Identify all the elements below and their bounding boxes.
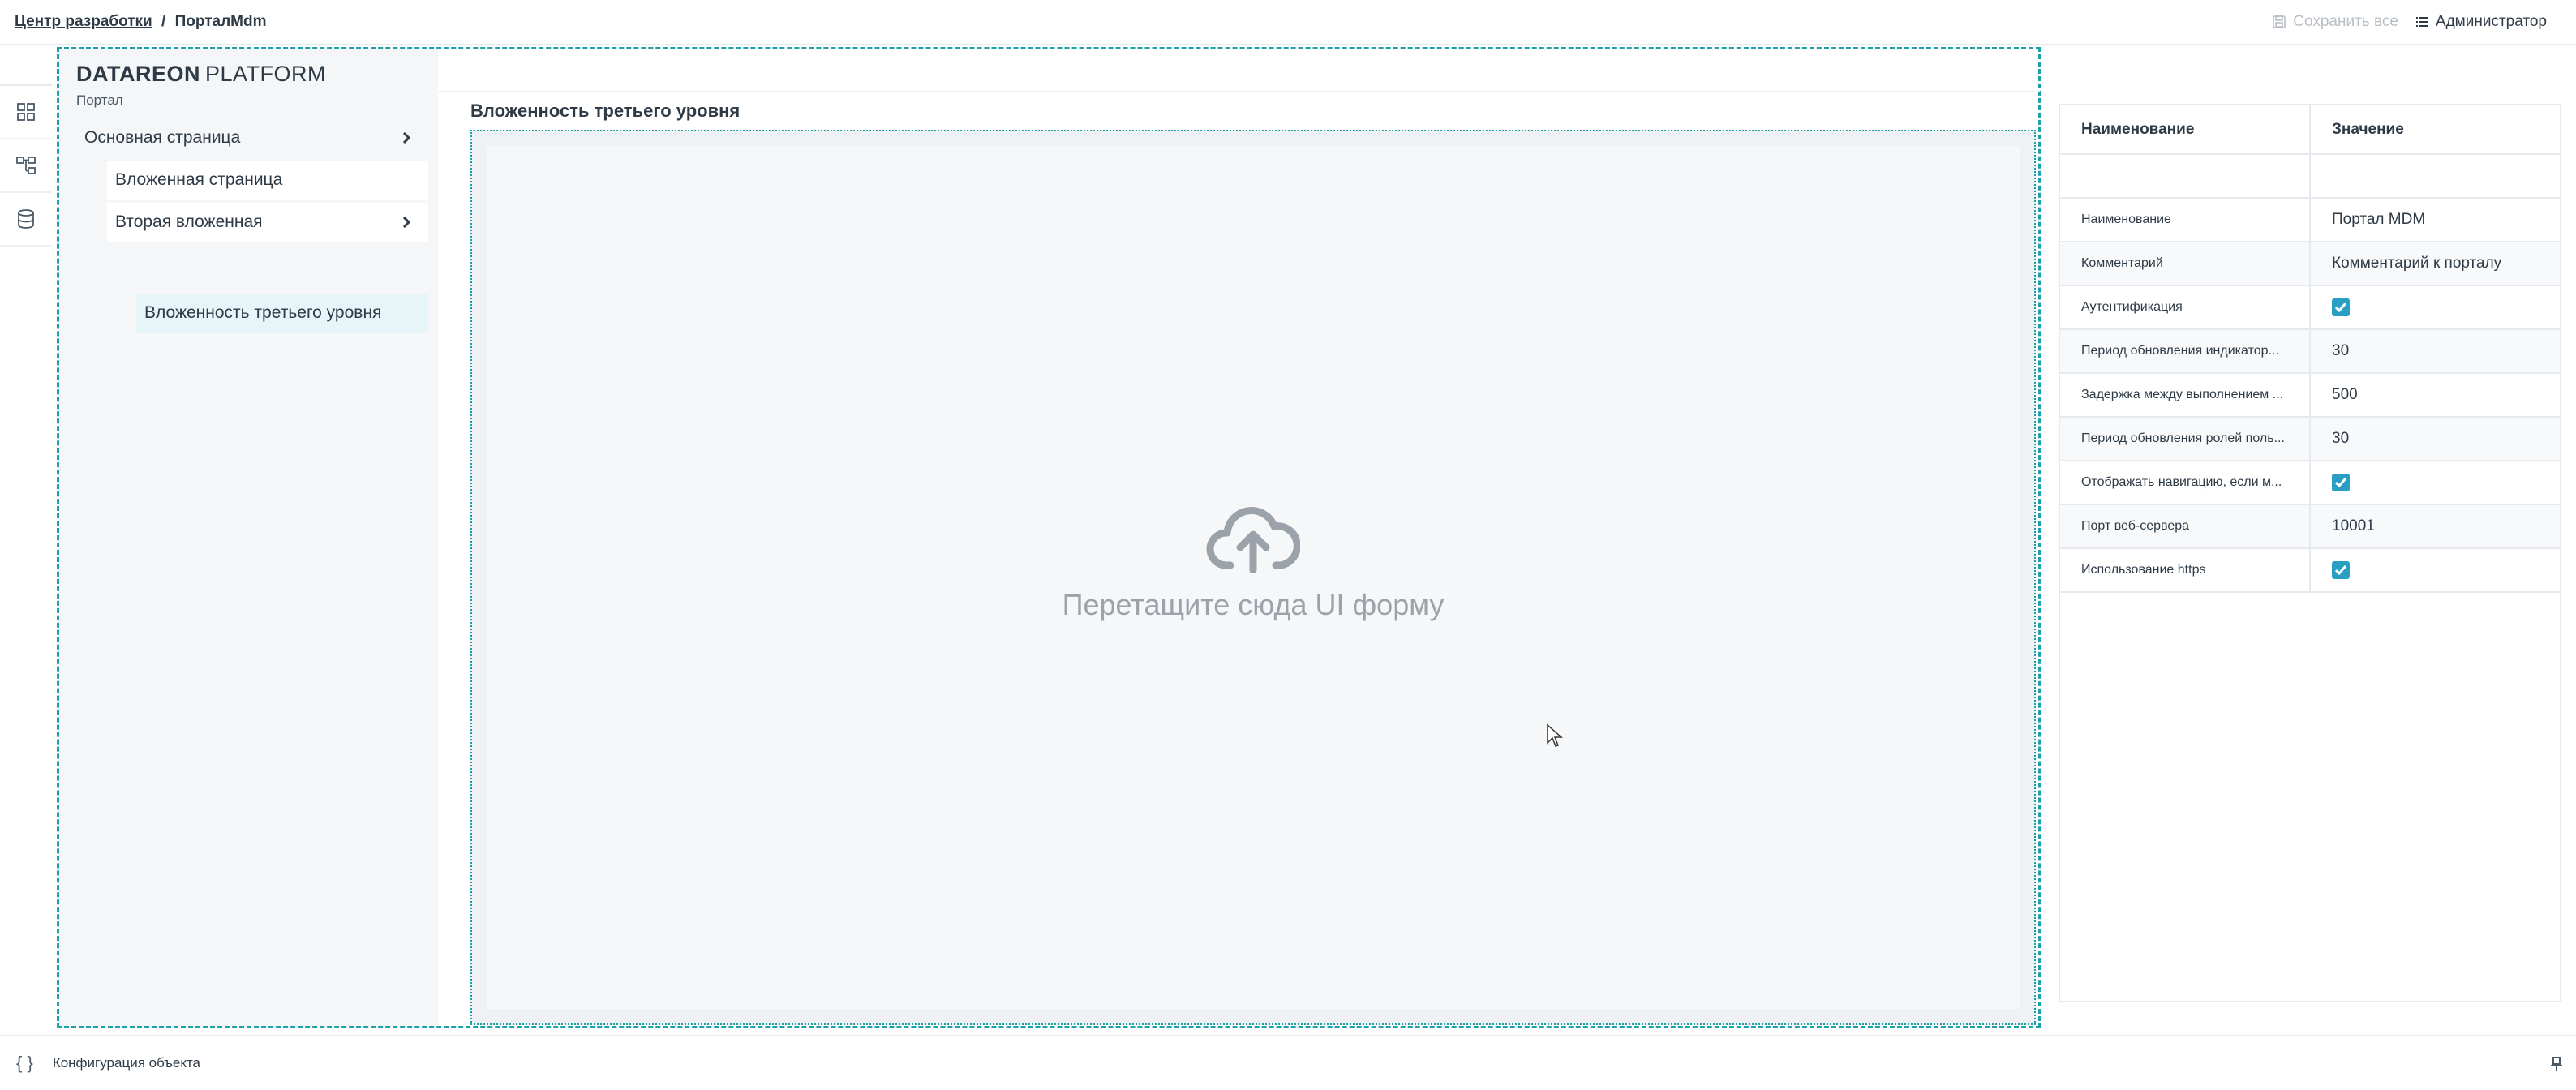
- dashboard-button[interactable]: [0, 86, 52, 139]
- top-bar: Центр разработки / ПорталMdm Сохранить в…: [0, 0, 2576, 45]
- property-name: Задержка между выполнением ...: [2060, 373, 2311, 418]
- table-row[interactable]: Порт веб-сервера 10001: [2060, 504, 2560, 549]
- header-name: Наименование: [2060, 105, 2311, 155]
- cloud-upload-icon: [1206, 507, 1300, 573]
- check-icon: [2334, 564, 2347, 576]
- property-value: [2310, 548, 2560, 593]
- property-name: Аутентификация: [2060, 285, 2311, 330]
- property-name: Использование https: [2060, 548, 2311, 593]
- breadcrumb-separator: /: [161, 13, 166, 30]
- dashboard-icon: [17, 103, 35, 121]
- dropzone-inner: Перетащите сюда UI форму: [487, 146, 2020, 1009]
- table-row[interactable]: Задержка между выполнением ... 500: [2060, 373, 2560, 418]
- property-name: Период обновления ролей поль...: [2060, 417, 2311, 461]
- property-value[interactable]: Комментарий к порталу: [2310, 242, 2560, 286]
- table-row[interactable]: Период обновления индикатор... 30: [2060, 329, 2560, 374]
- table-row[interactable]: Аутентификация: [2060, 285, 2560, 330]
- property-name: Порт веб-сервера: [2060, 504, 2311, 549]
- database-icon: [18, 209, 34, 229]
- empty-cell: [2310, 154, 2560, 199]
- admin-menu-button[interactable]: Администратор: [2415, 13, 2547, 31]
- authentication-checkbox[interactable]: [2332, 298, 2350, 316]
- icon-bar-spacer: [0, 45, 52, 86]
- empty-cell: [2060, 154, 2311, 199]
- database-button[interactable]: [0, 193, 52, 247]
- save-icon: [2273, 15, 2286, 28]
- breadcrumb-root-link[interactable]: Центр разработки: [15, 13, 152, 30]
- breadcrumb: Центр разработки / ПорталMdm: [15, 13, 266, 31]
- dropzone-text: Перетащите сюда UI форму: [1062, 588, 1445, 621]
- property-name: Отображать навигацию, если м...: [2060, 461, 2311, 505]
- property-value[interactable]: 10001: [2310, 504, 2560, 549]
- left-icon-bar: [0, 45, 52, 1035]
- check-icon: [2334, 302, 2347, 313]
- property-value[interactable]: 30: [2310, 417, 2560, 461]
- table-row[interactable]: Использование https: [2060, 548, 2560, 593]
- property-name: Комментарий: [2060, 242, 2311, 286]
- property-value: [2310, 285, 2560, 330]
- table-row[interactable]: Комментарий Комментарий к порталу: [2060, 242, 2560, 286]
- properties-panel: Наименование Значение Наименование Порта…: [2059, 104, 2561, 1002]
- property-value[interactable]: Портал MDM: [2310, 198, 2560, 242]
- top-actions: Сохранить все Администратор: [2272, 13, 2547, 31]
- ui-form-dropzone[interactable]: Перетащите сюда UI форму: [470, 130, 2036, 1025]
- braces-icon[interactable]: { }: [16, 1053, 33, 1074]
- breadcrumb-current: ПорталMdm: [174, 13, 267, 30]
- hierarchy-icon: [16, 157, 36, 174]
- hierarchy-button[interactable]: [0, 139, 52, 193]
- header-value: Значение: [2310, 105, 2560, 155]
- show-navigation-checkbox[interactable]: [2332, 473, 2350, 491]
- table-row[interactable]: Период обновления ролей поль... 30: [2060, 417, 2560, 461]
- table-row[interactable]: Наименование Портал MDM: [2060, 198, 2560, 242]
- property-value[interactable]: 500: [2310, 373, 2560, 418]
- use-https-checkbox[interactable]: [2332, 560, 2350, 579]
- pin-icon[interactable]: [2548, 1056, 2565, 1072]
- properties-table: Наименование Значение Наименование Порта…: [2060, 105, 2560, 593]
- list-icon: [2415, 17, 2428, 27]
- bottom-bar: { } Конфигурация объекта: [0, 1035, 2576, 1090]
- save-all-label: Сохранить все: [2293, 13, 2398, 30]
- check-icon: [2334, 477, 2347, 488]
- properties-header-row: Наименование Значение: [2060, 105, 2560, 155]
- content-header-divider: [438, 91, 2040, 92]
- save-all-button[interactable]: Сохранить все: [2272, 13, 2398, 31]
- property-name: Наименование: [2060, 198, 2311, 242]
- property-value[interactable]: 30: [2310, 329, 2560, 374]
- admin-label: Администратор: [2435, 13, 2547, 30]
- object-config-label[interactable]: Конфигурация объекта: [53, 1055, 200, 1071]
- page-title: Вложенность третьего уровня: [470, 101, 741, 121]
- property-value: [2310, 461, 2560, 505]
- mouse-cursor-icon: [1547, 723, 1563, 747]
- table-row-empty: [2060, 154, 2560, 199]
- table-row[interactable]: Отображать навигацию, если м...: [2060, 461, 2560, 505]
- property-name: Период обновления индикатор...: [2060, 329, 2311, 374]
